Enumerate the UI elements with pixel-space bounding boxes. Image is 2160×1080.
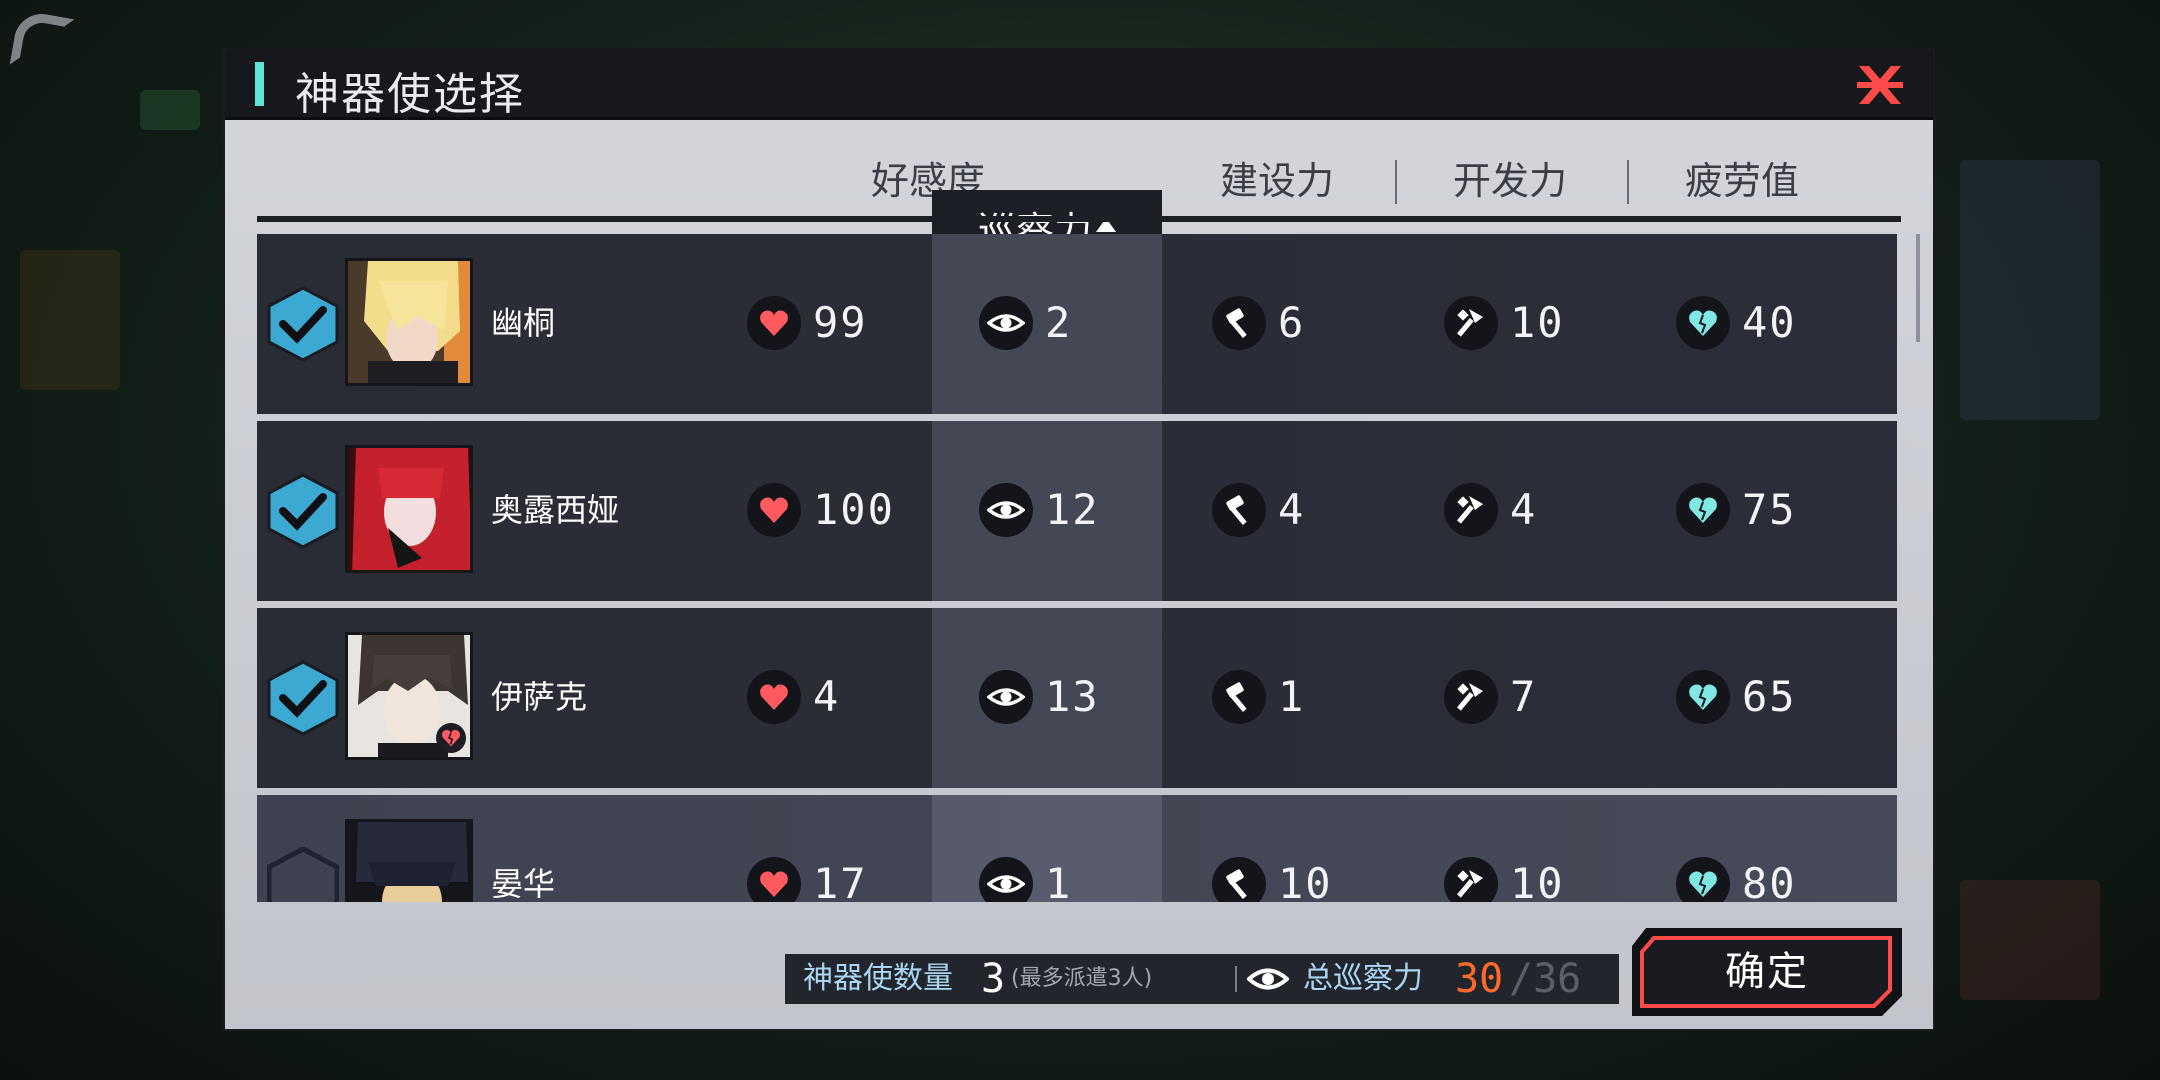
- affection-stat-value: 17: [813, 859, 868, 902]
- hammer-icon: [1212, 670, 1266, 724]
- patrol-stat-value: 1: [1045, 859, 1073, 902]
- develop-stat-value: 7: [1510, 672, 1538, 721]
- character-portrait: [345, 445, 473, 573]
- character-name: 晏华: [491, 865, 556, 902]
- hammer-icon: [1212, 857, 1266, 902]
- unselected-hex-icon[interactable]: [266, 846, 340, 902]
- tab-develop[interactable]: 开发力: [1395, 140, 1625, 222]
- axe-icon: [1444, 483, 1498, 537]
- build-stat-value: 1: [1278, 672, 1306, 721]
- total-patrol-label: 总巡察力: [1303, 961, 1423, 996]
- dialog-title: 神器使选择: [295, 69, 525, 120]
- confirm-button[interactable]: 确定: [1632, 928, 1902, 1016]
- fatigue-heart-icon: [1676, 670, 1730, 724]
- develop-stat-value: 10: [1510, 298, 1565, 347]
- fatigue-stat-value: 65: [1742, 672, 1797, 721]
- develop-stat-value: 10: [1510, 859, 1565, 902]
- heart-icon: [747, 857, 801, 902]
- character-portrait: [345, 258, 473, 386]
- character-name: 幽桐: [491, 304, 556, 342]
- character-portrait: [345, 632, 473, 760]
- fatigue-stat-value: 75: [1742, 485, 1797, 534]
- heart-icon: [747, 483, 801, 537]
- character-name: 伊萨克: [491, 678, 588, 716]
- title-bar: 神器使选择: [225, 50, 1933, 120]
- character-row[interactable]: 晏华 17 1 10 10 80: [257, 795, 1897, 902]
- total-patrol-max: /36: [1509, 956, 1582, 1002]
- affection-stat-value: 99: [813, 298, 868, 347]
- axe-icon: [1444, 670, 1498, 724]
- title-accent-bar: [255, 62, 264, 106]
- summary-bar: 神器使数量 3 (最多派遣3人) 总巡察力 30 /36: [785, 954, 1619, 1004]
- count-value: 3: [981, 956, 1006, 1002]
- fatigue-heart-icon: [1676, 296, 1730, 350]
- confirm-label: 确定: [1725, 949, 1809, 995]
- back-arc-icon[interactable]: [9, 9, 75, 75]
- eye-icon: [979, 670, 1033, 724]
- total-patrol-value: 30: [1455, 956, 1504, 1002]
- character-row[interactable]: 伊萨克 4 13 1 7 65: [257, 608, 1897, 788]
- fatigue-stat-value: 80: [1742, 859, 1797, 902]
- tab-build[interactable]: 建设力: [1162, 140, 1392, 222]
- patrol-stat-value: 13: [1045, 672, 1100, 721]
- footer-divider: [1235, 966, 1237, 992]
- patrol-stat-value: 2: [1045, 298, 1073, 347]
- patrol-stat-value: 12: [1045, 485, 1100, 534]
- background-tile: [140, 90, 200, 130]
- count-note: (最多派遣3人): [1011, 966, 1153, 991]
- selected-check-icon[interactable]: [267, 473, 339, 549]
- heart-icon: [747, 670, 801, 724]
- hammer-icon: [1212, 296, 1266, 350]
- character-portrait: [345, 819, 473, 902]
- tab-fatigue[interactable]: 疲劳值: [1627, 140, 1857, 222]
- axe-icon: [1444, 857, 1498, 902]
- character-list[interactable]: 幽桐 99 2 6 10 40 奥露西娅 100 12 4 4 75 伊萨克 4 13 1 7 65 晏华 17 1 10…: [257, 234, 1901, 902]
- character-name: 奥露西娅: [491, 491, 620, 529]
- develop-stat-value: 4: [1510, 485, 1538, 534]
- selected-check-icon[interactable]: [267, 286, 339, 362]
- close-x-icon[interactable]: [1855, 60, 1905, 110]
- fatigue-heart-icon: [1676, 857, 1730, 902]
- tabs-underline: [257, 216, 1901, 222]
- fatigue-stat-value: 40: [1742, 298, 1797, 347]
- background-tile: [1960, 880, 2100, 1000]
- build-stat-value: 4: [1278, 485, 1306, 534]
- axe-icon: [1444, 296, 1498, 350]
- character-row[interactable]: 奥露西娅 100 12 4 4 75: [257, 421, 1897, 601]
- fatigue-heart-icon: [1676, 483, 1730, 537]
- hammer-icon: [1212, 483, 1266, 537]
- selected-check-icon[interactable]: [267, 660, 339, 736]
- background-tile: [20, 250, 120, 390]
- eye-icon: [979, 296, 1033, 350]
- eye-icon: [979, 857, 1033, 902]
- broken-heart-icon: [436, 723, 466, 753]
- affection-stat-value: 4: [813, 672, 841, 721]
- list-scrollbar[interactable]: [1916, 234, 1920, 342]
- eye-icon: [1245, 962, 1291, 996]
- artifact-user-select-dialog: 神器使选择 好感度 巡察力 建设力 开发力 疲劳值 幽桐 99 2 6 10 40 奥露西娅…: [223, 48, 1935, 1031]
- build-stat-value: 10: [1278, 859, 1333, 902]
- heart-icon: [747, 296, 801, 350]
- background-tile: [1960, 160, 2100, 420]
- eye-icon: [979, 483, 1033, 537]
- character-row[interactable]: 幽桐 99 2 6 10 40: [257, 234, 1897, 414]
- count-label: 神器使数量: [803, 961, 953, 996]
- affection-stat-value: 100: [813, 485, 895, 534]
- build-stat-value: 6: [1278, 298, 1306, 347]
